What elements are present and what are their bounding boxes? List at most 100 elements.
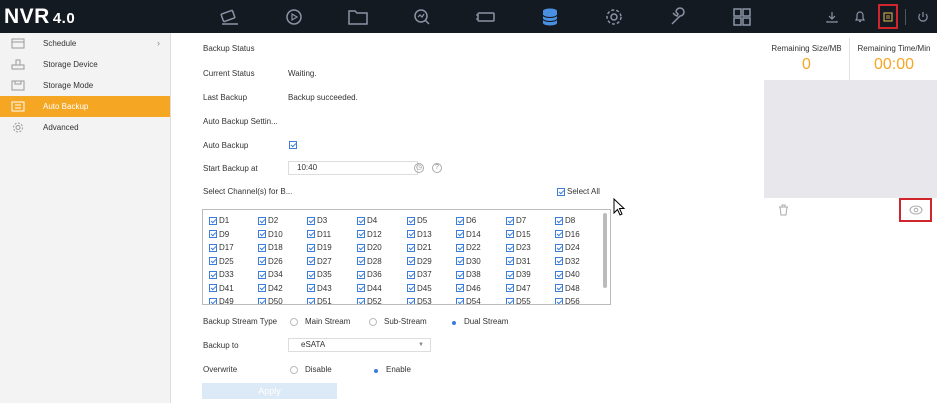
sidebar-item-schedule[interactable]: Schedule ›: [0, 33, 170, 54]
channel-checkbox-item[interactable]: D30: [456, 257, 481, 266]
channel-checkbox[interactable]: [456, 297, 464, 304]
channel-checkbox-item[interactable]: D39: [506, 270, 531, 279]
channel-checkbox[interactable]: [407, 270, 415, 279]
channel-checkbox[interactable]: [357, 216, 365, 225]
radio-button[interactable]: [369, 317, 377, 326]
channel-checkbox-item[interactable]: D2: [258, 216, 278, 225]
channel-checkbox-item[interactable]: D38: [456, 270, 481, 279]
channel-checkbox-item[interactable]: D27: [307, 257, 332, 266]
channel-checkbox[interactable]: [506, 297, 514, 304]
channel-checkbox-item[interactable]: D21: [407, 243, 432, 252]
channel-checkbox[interactable]: [209, 216, 217, 225]
channel-checkbox[interactable]: [407, 243, 415, 252]
channel-checkbox[interactable]: [407, 230, 415, 238]
channel-checkbox[interactable]: [307, 270, 315, 279]
channel-checkbox-item[interactable]: D23: [506, 243, 531, 252]
channel-checkbox[interactable]: [258, 230, 266, 238]
channel-checkbox[interactable]: [307, 230, 315, 238]
radio-sub-stream[interactable]: Sub-Stream: [369, 317, 427, 326]
radio-overwrite-disable[interactable]: Disable: [290, 365, 332, 374]
channel-checkbox[interactable]: [555, 243, 563, 252]
channel-checkbox-item[interactable]: D33: [209, 270, 234, 279]
radio-button[interactable]: [371, 365, 379, 374]
channel-checkbox-item[interactable]: D19: [307, 243, 332, 252]
channel-checkbox[interactable]: [407, 297, 415, 304]
channel-checkbox[interactable]: [555, 257, 563, 265]
radio-button[interactable]: [290, 365, 298, 374]
help-icon[interactable]: ?: [432, 163, 442, 173]
channel-checkbox[interactable]: [407, 257, 415, 265]
channel-checkbox[interactable]: [307, 284, 315, 292]
channel-checkbox-item[interactable]: D46: [456, 284, 481, 293]
channel-checkbox[interactable]: [258, 270, 266, 279]
sidebar-item-advanced[interactable]: Advanced: [0, 117, 170, 138]
channel-checkbox-item[interactable]: D5: [407, 216, 427, 225]
channel-checkbox-item[interactable]: D9: [209, 230, 229, 239]
channel-checkbox-item[interactable]: D14: [456, 230, 481, 239]
channel-checkbox-item[interactable]: D41: [209, 284, 234, 293]
channel-checkbox-item[interactable]: D11: [307, 230, 331, 239]
channel-checkbox[interactable]: [258, 216, 266, 225]
channel-checkbox-item[interactable]: D50: [258, 297, 283, 304]
channel-checkbox[interactable]: [357, 297, 365, 304]
radio-main-stream[interactable]: Main Stream: [290, 317, 350, 326]
channel-checkbox-item[interactable]: D17: [209, 243, 234, 252]
channel-checkbox[interactable]: [307, 297, 315, 304]
channel-checkbox-item[interactable]: D32: [555, 257, 580, 266]
channel-checkbox-item[interactable]: D26: [258, 257, 283, 266]
file-management-icon[interactable]: [326, 0, 390, 33]
channel-checkbox[interactable]: [555, 284, 563, 292]
backup-to-select[interactable]: eSATA ▼: [288, 338, 431, 352]
auto-backup-checkbox[interactable]: [289, 141, 297, 149]
backup-task-icon[interactable]: [874, 0, 902, 33]
clock-icon[interactable]: ◷: [414, 163, 424, 173]
channel-checkbox-item[interactable]: D3: [307, 216, 327, 225]
channel-checkbox[interactable]: [209, 230, 217, 238]
channel-checkbox[interactable]: [456, 243, 464, 252]
channel-grid-scrollbar[interactable]: [603, 213, 607, 288]
channel-checkbox-item[interactable]: D43: [307, 284, 332, 293]
channel-checkbox[interactable]: [506, 243, 514, 252]
channel-checkbox[interactable]: [307, 243, 315, 252]
channel-checkbox[interactable]: [456, 257, 464, 265]
channel-checkbox-item[interactable]: D47: [506, 284, 531, 293]
channel-checkbox-item[interactable]: D35: [307, 270, 332, 279]
channel-checkbox-item[interactable]: D12: [357, 230, 382, 239]
channel-checkbox-item[interactable]: D29: [407, 257, 432, 266]
channel-checkbox[interactable]: [555, 270, 563, 279]
maintenance-icon[interactable]: [646, 0, 710, 33]
channel-checkbox[interactable]: [456, 284, 464, 292]
channel-checkbox[interactable]: [258, 243, 266, 252]
layout-icon[interactable]: [710, 0, 774, 33]
channel-checkbox-item[interactable]: D44: [357, 284, 382, 293]
channel-checkbox-item[interactable]: D15: [506, 230, 531, 239]
channel-checkbox-item[interactable]: D52: [357, 297, 382, 304]
channel-checkbox-item[interactable]: D18: [258, 243, 283, 252]
channel-checkbox[interactable]: [555, 216, 563, 225]
channel-checkbox-item[interactable]: D42: [258, 284, 283, 293]
channel-checkbox[interactable]: [506, 270, 514, 279]
start-backup-time-input[interactable]: 10:40: [288, 161, 418, 175]
channel-checkbox-item[interactable]: D28: [357, 257, 382, 266]
apply-button[interactable]: Apply: [202, 383, 337, 399]
channel-checkbox[interactable]: [506, 230, 514, 238]
channel-checkbox[interactable]: [407, 216, 415, 225]
channel-checkbox[interactable]: [209, 243, 217, 252]
channel-checkbox-item[interactable]: D7: [506, 216, 526, 225]
radio-button[interactable]: [449, 317, 457, 326]
channel-checkbox-item[interactable]: D16: [555, 230, 580, 239]
channel-checkbox-item[interactable]: D51: [307, 297, 332, 304]
smart-analysis-icon[interactable]: [390, 0, 454, 33]
channel-checkbox[interactable]: [258, 257, 266, 265]
camera-icon[interactable]: [454, 0, 518, 33]
channel-checkbox-item[interactable]: D20: [357, 243, 382, 252]
channel-checkbox-item[interactable]: D13: [407, 230, 432, 239]
channel-checkbox[interactable]: [209, 284, 217, 292]
live-view-icon[interactable]: [198, 0, 262, 33]
storage-icon[interactable]: [518, 0, 582, 33]
channel-checkbox-item[interactable]: D8: [555, 216, 575, 225]
channel-checkbox[interactable]: [506, 257, 514, 265]
channel-checkbox[interactable]: [357, 257, 365, 265]
channel-checkbox-item[interactable]: D24: [555, 243, 580, 252]
download-icon[interactable]: [818, 0, 846, 33]
